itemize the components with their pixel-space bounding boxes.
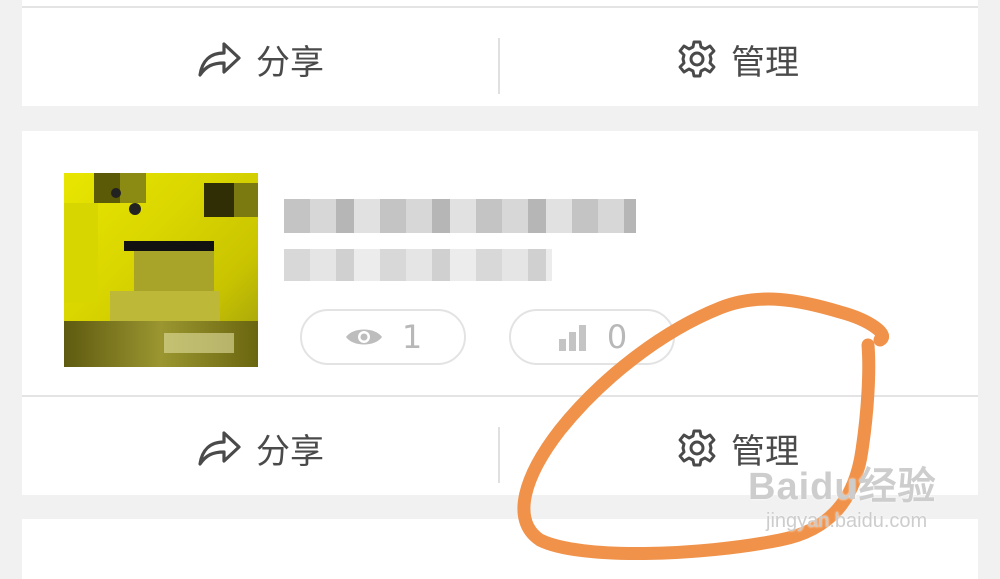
article-subtitle-redacted [284, 249, 552, 281]
article-thumbnail[interactable] [64, 173, 258, 367]
share-icon [196, 39, 242, 79]
action-bar: 分享 管理 [22, 14, 978, 104]
manage-label: 管理 [731, 42, 799, 83]
share-icon [196, 428, 242, 468]
eye-icon [344, 324, 384, 350]
share-button[interactable]: 分享 [22, 14, 498, 104]
views-count: 1 [401, 318, 423, 356]
divider [22, 395, 978, 397]
divider [22, 6, 978, 8]
watermark-brand: Baidu经验 [748, 466, 937, 508]
gear-icon [677, 39, 717, 79]
article-card[interactable]: 1 0 分享 管理 [22, 131, 978, 495]
article-title-redacted[interactable] [284, 199, 636, 233]
bar-chart-icon [557, 323, 589, 351]
top-card: 分享 管理 [22, 0, 978, 106]
manage-button[interactable]: 管理 [500, 14, 976, 104]
stats-count: 0 [606, 318, 628, 356]
share-label: 分享 [256, 431, 324, 472]
gear-icon [677, 428, 717, 468]
share-label: 分享 [256, 42, 324, 83]
views-stat: 1 [300, 309, 466, 365]
watermark: Baidu经验 jingyan.baidu.com [748, 455, 937, 533]
stats-stat: 0 [509, 309, 675, 365]
watermark-domain: jingyan.baidu.com [766, 510, 928, 532]
share-button[interactable]: 分享 [22, 403, 498, 493]
